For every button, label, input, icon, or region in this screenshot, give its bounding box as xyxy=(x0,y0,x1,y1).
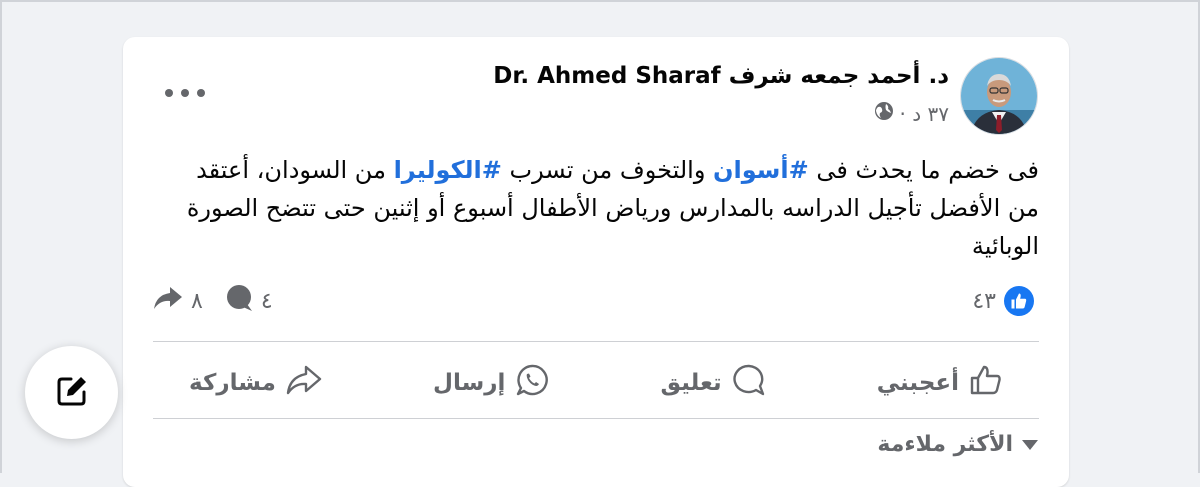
post-time[interactable]: ٣٧ د · xyxy=(900,102,949,126)
comment-bubble-icon xyxy=(225,284,253,318)
divider xyxy=(153,341,1039,342)
send-button-label: إرسال xyxy=(433,370,506,396)
author-photo xyxy=(961,58,1037,134)
caret-down-icon xyxy=(1021,432,1039,457)
comment-bubble-icon xyxy=(732,363,766,403)
thumbs-up-icon xyxy=(969,364,1003,402)
shares-count-value: ٨ xyxy=(191,288,203,314)
share-arrow-icon xyxy=(153,285,183,317)
reactions-summary[interactable]: ٤٣ xyxy=(972,284,1034,318)
comment-button-label: تعليق xyxy=(660,370,722,396)
comments-sort-dropdown[interactable]: الأكثر ملاءمة xyxy=(877,432,1039,457)
divider xyxy=(153,418,1039,419)
hashtag-link[interactable]: #الكوليرا xyxy=(394,156,502,184)
post-card: د. أحمد جمعه شرف Dr. Ahmed Sharaf ٣٧ د ·… xyxy=(123,37,1069,487)
post-meta: ٣٧ د · xyxy=(874,101,949,126)
share-button-label: مشاركة xyxy=(189,370,276,396)
window-top-border xyxy=(0,0,1200,2)
share-arrow-icon xyxy=(286,364,322,402)
more-options-icon[interactable] xyxy=(165,81,205,105)
whatsapp-icon xyxy=(515,363,549,403)
post-text: فى خضم ما يحدث فى #أسوان والتخوف من تسرب… xyxy=(159,151,1039,265)
share-button[interactable]: مشاركة xyxy=(189,355,322,411)
comment-button[interactable]: تعليق xyxy=(660,355,765,411)
compose-icon xyxy=(55,374,89,412)
send-button[interactable]: إرسال xyxy=(433,355,549,411)
like-reaction-icon xyxy=(1004,286,1034,316)
globe-icon[interactable] xyxy=(874,101,894,126)
more-dot xyxy=(165,89,173,97)
reactions-count: ٤٣ xyxy=(972,288,996,314)
author-avatar[interactable] xyxy=(960,57,1038,135)
post-actions: أعجبني تعليق إرسال مشاركة xyxy=(153,355,1039,411)
like-button-label: أعجبني xyxy=(876,370,959,396)
post-text-part: والتخوف من تسرب xyxy=(501,156,714,184)
comments-sort-label: الأكثر ملاءمة xyxy=(877,432,1013,457)
compose-button[interactable] xyxy=(25,346,118,439)
comments-count[interactable]: ٤ xyxy=(225,284,273,318)
window-left-border xyxy=(0,0,2,473)
author-name[interactable]: د. أحمد جمعه شرف Dr. Ahmed Sharaf xyxy=(493,63,949,89)
hashtag-link[interactable]: #أسوان xyxy=(713,156,809,184)
more-dot xyxy=(181,89,189,97)
comments-count-value: ٤ xyxy=(260,288,273,314)
post-text-part: فى خضم ما يحدث فى xyxy=(808,156,1039,184)
like-button[interactable]: أعجبني xyxy=(877,355,1003,411)
more-dot xyxy=(197,89,205,97)
shares-count[interactable]: ٨ xyxy=(153,285,203,317)
engagement-counts: ٨ ٤ xyxy=(153,284,273,318)
